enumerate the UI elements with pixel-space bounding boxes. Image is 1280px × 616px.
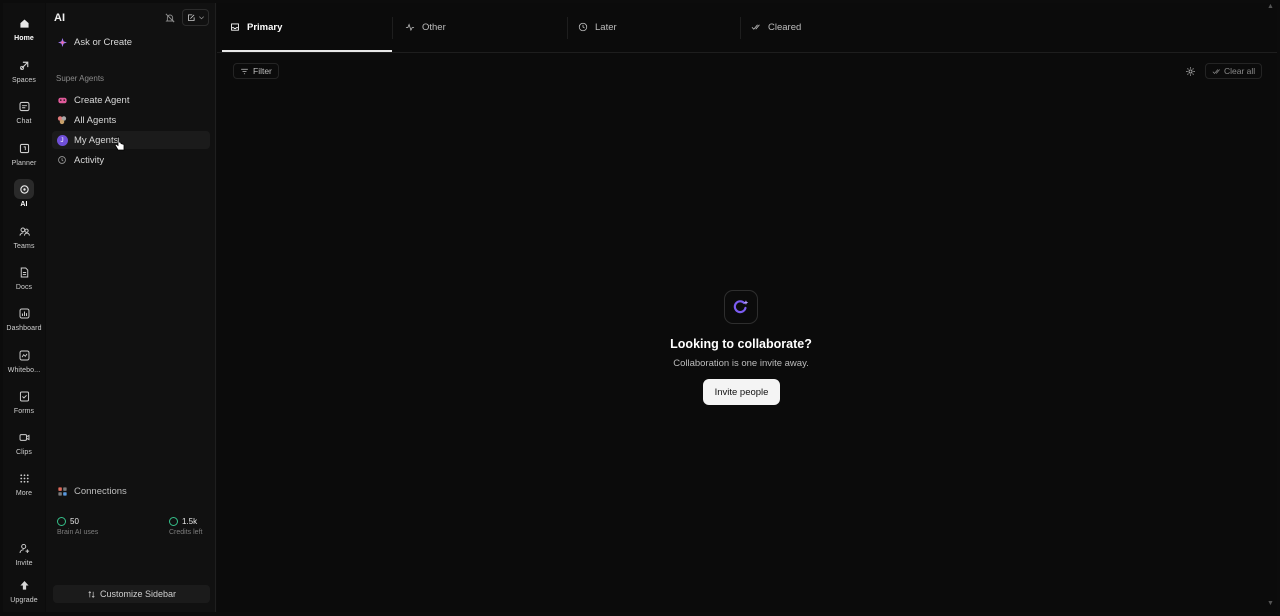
activity-pulse-icon: [405, 19, 415, 37]
filter-button[interactable]: Filter: [233, 63, 279, 79]
double-check-icon: [1212, 68, 1220, 74]
rail-chat[interactable]: Chat: [3, 94, 45, 134]
clock-icon: [578, 19, 588, 37]
inbox-settings-button[interactable]: [1183, 64, 1197, 78]
tab-later[interactable]: Later: [565, 3, 740, 52]
sort-arrows-icon: [88, 590, 95, 598]
rail-invite[interactable]: Invite: [3, 536, 45, 576]
tab-cleared[interactable]: Cleared: [738, 3, 913, 52]
chat-icon: [14, 96, 34, 116]
my-agents-avatar-icon: J: [56, 134, 68, 146]
mouse-pointer-icon: [114, 135, 126, 153]
docs-icon: [14, 262, 34, 282]
inbox-main: Primary Other Later Cleared Filter Clear…: [217, 3, 1277, 612]
progress-ring-icon: [169, 517, 178, 526]
double-check-icon: [751, 19, 761, 37]
connections-item[interactable]: Connections: [52, 482, 210, 500]
super-agents-heading: Super Agents: [56, 74, 105, 83]
filter-icon: [241, 68, 248, 74]
ai-icon: [14, 179, 34, 199]
create-agent-icon: [56, 94, 68, 106]
rail-dashboard[interactable]: Dashboard: [3, 301, 45, 341]
rail-clips[interactable]: Clips: [3, 425, 45, 465]
invite-icon: [14, 538, 34, 558]
progress-ring-icon: [57, 517, 66, 526]
rail-whiteboard[interactable]: Whitebo...: [3, 343, 45, 383]
scroll-up-icon[interactable]: ▲: [1267, 3, 1274, 10]
compose-icon: [188, 13, 195, 21]
sparkle-brain-icon: [56, 36, 68, 48]
rail-home[interactable]: Home: [3, 11, 45, 51]
connections-icon: [56, 485, 68, 497]
tabs-divider-line: [217, 52, 1277, 53]
rail-more[interactable]: More: [3, 466, 45, 506]
sidebar-item-all-agents[interactable]: All Agents: [52, 111, 210, 129]
rail-docs[interactable]: Docs: [3, 260, 45, 300]
rail-ai[interactable]: AI: [3, 177, 45, 217]
invite-people-button[interactable]: Invite people: [703, 379, 780, 405]
home-icon: [14, 13, 34, 33]
tab-other[interactable]: Other: [392, 3, 567, 52]
rail-spaces[interactable]: Spaces: [3, 53, 45, 93]
brain-ai-uses-stat: 50 Brain AI uses: [57, 517, 99, 536]
forms-icon: [14, 386, 34, 406]
teams-icon: [14, 221, 34, 241]
dashboard-icon: [14, 303, 34, 323]
tab-primary[interactable]: Primary: [217, 3, 392, 52]
planner-icon: [14, 138, 34, 158]
rail-upgrade[interactable]: Upgrade: [3, 573, 45, 613]
upgrade-icon: [14, 575, 34, 595]
rail-forms[interactable]: Forms: [3, 384, 45, 424]
activity-icon: [56, 154, 68, 166]
chevron-down-icon: [199, 16, 204, 20]
icon-rail: Home Spaces Chat Planner AI Teams Docs D…: [3, 3, 45, 612]
spaces-icon: [14, 55, 34, 75]
gear-icon: [1185, 66, 1195, 76]
sidebar-item-my-agents[interactable]: J My Agents: [52, 131, 210, 149]
more-grid-icon: [14, 468, 34, 488]
empty-state-title: Looking to collaborate?: [670, 337, 812, 351]
clear-all-button[interactable]: Clear all: [1205, 63, 1263, 79]
empty-state-subtitle: Collaboration is one invite away.: [673, 358, 809, 369]
all-agents-icon: [56, 114, 68, 126]
ask-or-create-item[interactable]: Ask or Create: [52, 33, 210, 51]
rail-planner[interactable]: Planner: [3, 136, 45, 176]
bell-off-icon[interactable]: [164, 11, 178, 25]
inbox-icon: [230, 19, 240, 37]
sidebar-item-activity[interactable]: Activity: [52, 151, 210, 169]
collaborate-icon: [724, 290, 758, 324]
whiteboard-icon: [14, 345, 34, 365]
clips-icon: [14, 427, 34, 447]
sidebar-item-create-agent[interactable]: Create Agent: [52, 91, 210, 109]
rail-teams[interactable]: Teams: [3, 219, 45, 259]
customize-sidebar-button[interactable]: Customize Sidebar: [53, 585, 210, 603]
sidebar-title: AI: [54, 12, 65, 24]
credits-left-stat: 1.5k Credits left: [169, 517, 203, 536]
new-chat-button[interactable]: [182, 9, 209, 26]
ai-sidebar: AI Ask or Create Super Agents Create Age…: [46, 3, 216, 612]
scroll-down-icon[interactable]: ▼: [1267, 600, 1274, 607]
